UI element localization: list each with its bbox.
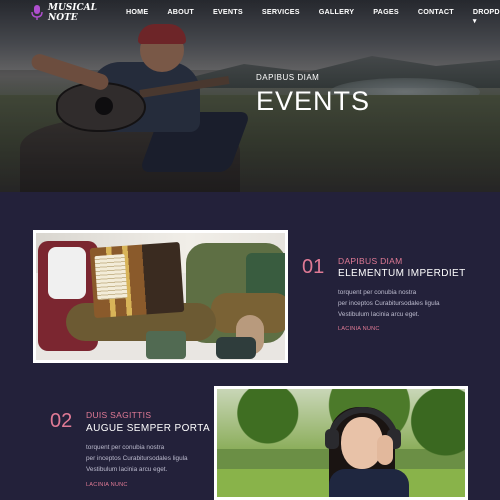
event-read-more-link[interactable]: LACINIA NUNC <box>86 482 128 488</box>
event-number: 01 <box>302 256 325 278</box>
logo-line2: NOTE <box>48 13 78 23</box>
event-title: AUGUE SEMPER PORTA <box>86 423 211 434</box>
logo-line1: MUSICAL <box>48 3 97 13</box>
event-subtitle: DUIS SAGITTIS <box>86 410 152 420</box>
event-desc-line: per inceptos Curabitursodales ligula <box>338 300 440 307</box>
event-desc-line: Vestibulum lacinia arcu eget. <box>86 466 168 473</box>
microphone-icon <box>31 5 43 20</box>
nav-about[interactable]: ABOUT <box>167 7 194 25</box>
nav-pages[interactable]: PAGES <box>373 7 399 25</box>
hero-subtitle: DAPIBUS DIAM <box>256 73 320 82</box>
page-title: EVENTS <box>256 86 371 116</box>
player-shoe <box>216 337 256 359</box>
headphone-cup <box>325 429 339 449</box>
nav-services[interactable]: SERVICES <box>262 7 300 25</box>
site-logo[interactable]: MUSICAL NOTE <box>30 3 108 23</box>
nav-events[interactable]: EVENTS <box>213 7 243 25</box>
chevron-down-icon: ▾ <box>472 16 477 25</box>
event-description: torquent per conubia nostra per inceptos… <box>86 442 226 475</box>
event-read-more-link[interactable]: LACINIA NUNC <box>338 326 380 332</box>
event-title: ELEMENTUM IMPERDIET <box>338 268 466 279</box>
accordion-keys <box>94 254 128 300</box>
nav-gallery[interactable]: GALLERY <box>319 7 354 25</box>
player-sock <box>146 331 186 359</box>
event-description: torquent per conubia nostra per inceptos… <box>338 287 478 320</box>
event-image-1 <box>33 230 288 363</box>
event-number: 02 <box>50 410 73 432</box>
woman-shirt <box>329 469 409 497</box>
main-nav: HOME ABOUT EVENTS SERVICES GALLERY PAGES… <box>126 7 500 25</box>
hero-banner <box>0 0 500 192</box>
event-desc-line: per inceptos Curabitursodales ligula <box>86 455 188 462</box>
event-desc-line: torquent per conubia nostra <box>86 444 165 451</box>
event-desc-line: Vestibulum lacinia arcu eget. <box>338 311 420 318</box>
event-subtitle: DAPIBUS DIAM <box>338 256 403 266</box>
event-image-2 <box>214 386 468 500</box>
hero-overlay <box>0 0 500 192</box>
nav-dropdown[interactable]: DROPDOWN ▾ <box>473 7 500 25</box>
woman-hand <box>377 435 393 465</box>
nav-contact[interactable]: CONTACT <box>418 7 454 25</box>
player-shirt <box>48 247 86 299</box>
nav-dropdown-label: DROPDOWN <box>472 7 500 16</box>
nav-home[interactable]: HOME <box>126 7 148 25</box>
event-desc-line: torquent per conubia nostra <box>338 289 417 296</box>
logo-text: MUSICAL NOTE <box>48 3 108 23</box>
